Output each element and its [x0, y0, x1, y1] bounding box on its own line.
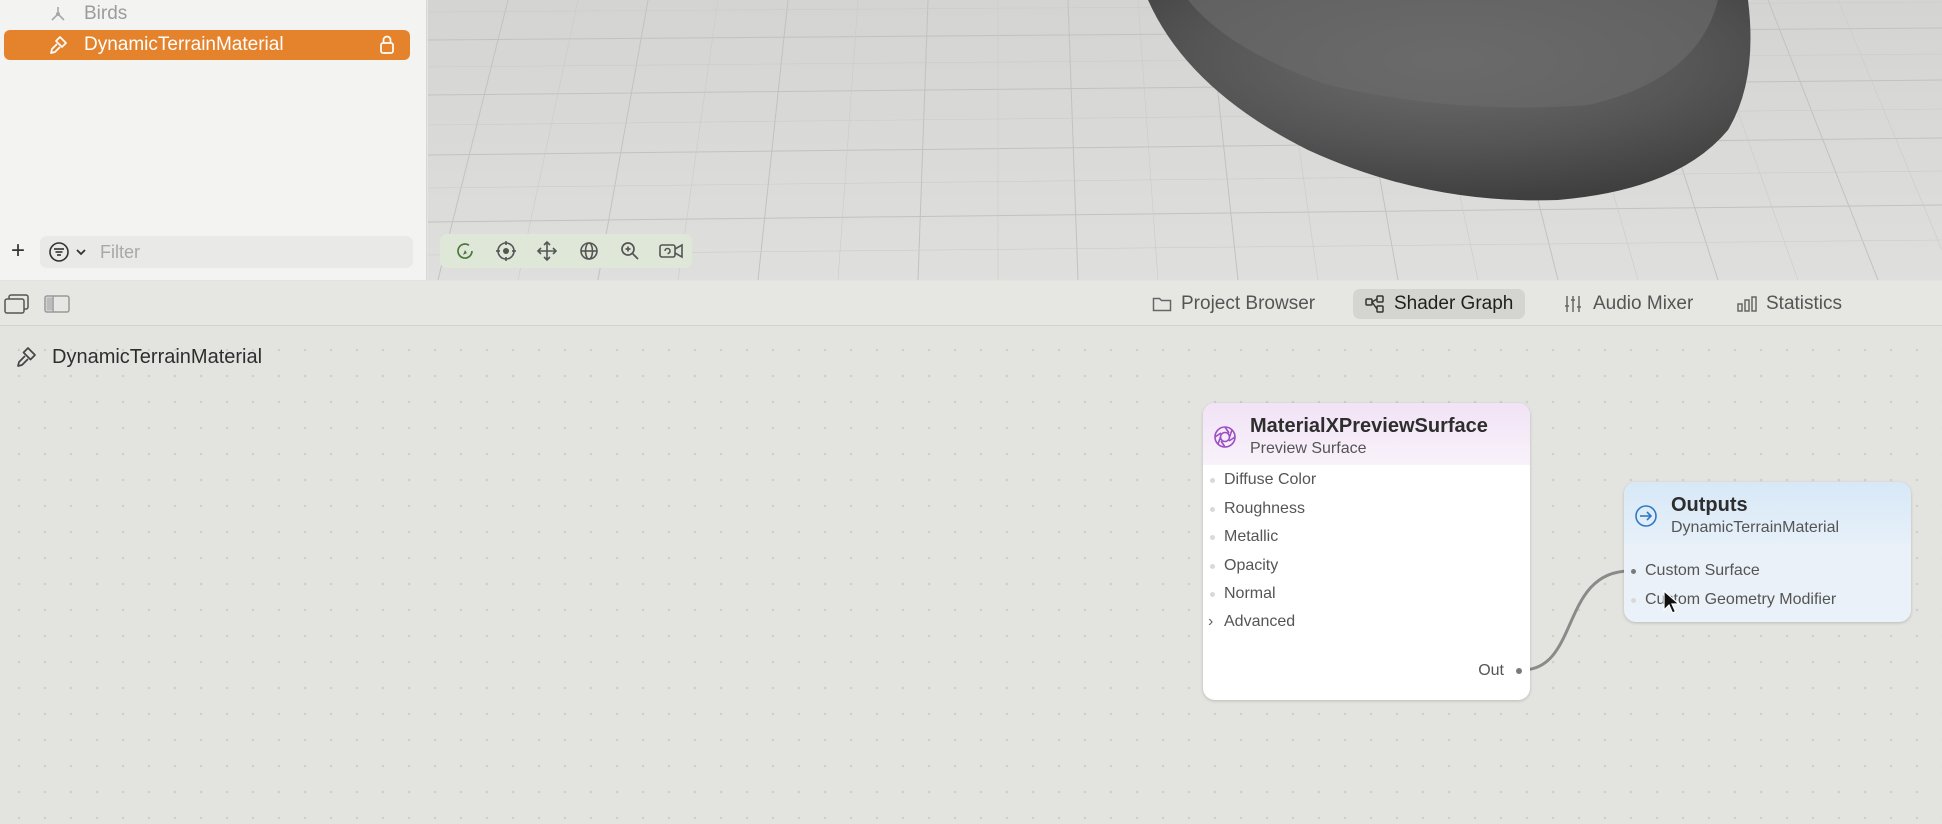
camera-tool-button[interactable]: [651, 236, 692, 266]
focus-icon: [495, 241, 516, 261]
tab-project-browser[interactable]: Project Browser: [1140, 289, 1327, 319]
graph-icon: [1365, 295, 1385, 313]
sidebar-toggle-icon[interactable]: [44, 293, 70, 315]
node-title: Outputs: [1671, 494, 1748, 516]
node-title: MaterialXPreviewSurface: [1250, 415, 1488, 437]
port-dot[interactable]: [1210, 534, 1215, 540]
output-port-out[interactable]: Out: [1478, 662, 1522, 680]
move-icon: [537, 240, 558, 262]
tab-statistics[interactable]: Statistics: [1725, 289, 1854, 319]
input-port-opacity[interactable]: Opacity: [1203, 555, 1278, 577]
3d-viewport[interactable]: [428, 0, 1942, 280]
port-dot[interactable]: [1210, 506, 1215, 512]
lock-icon[interactable]: [378, 34, 396, 56]
advanced-disclosure[interactable]: › Advanced: [1203, 611, 1295, 633]
material-brush-icon: [46, 33, 70, 57]
input-port-metallic[interactable]: Metallic: [1203, 526, 1278, 548]
filter-options-button[interactable]: [48, 241, 92, 263]
world-space-tool-button[interactable]: [568, 236, 609, 266]
breadcrumb-label: DynamicTerrainMaterial: [52, 345, 263, 368]
preview-surface-node[interactable]: MaterialXPreviewSurface Preview Surface …: [1203, 403, 1530, 700]
node-header[interactable]: MaterialXPreviewSurface Preview Surface: [1203, 403, 1530, 465]
tab-audio-mixer[interactable]: Audio Mixer: [1552, 289, 1705, 319]
hierarchy-item-label: Birds: [84, 3, 128, 24]
bottom-panel-tab-bar: Project Browser Shader Graph Audio Mixer…: [0, 281, 1942, 326]
entity-icon: [46, 2, 70, 26]
focus-tool-button[interactable]: [485, 236, 526, 266]
terrain-bowl-model: [1148, 0, 1751, 201]
aperture-icon: [1213, 425, 1237, 449]
port-dot[interactable]: [1210, 591, 1215, 597]
add-entity-button[interactable]: +: [6, 239, 30, 264]
multi-window-icon[interactable]: [4, 293, 30, 315]
zoom-icon: [621, 242, 639, 260]
orbit-tool-button[interactable]: [444, 236, 485, 266]
input-port-diffuse-color[interactable]: Diffuse Color: [1203, 469, 1316, 491]
port-dot[interactable]: [1210, 477, 1215, 483]
filter-icon: [49, 242, 69, 262]
input-port-normal[interactable]: Normal: [1203, 583, 1276, 605]
shader-graph-canvas[interactable]: DynamicTerrainMaterial MaterialXPreviewS…: [0, 327, 1942, 824]
filter-input[interactable]: [100, 240, 400, 264]
chevron-right-icon: ›: [1208, 613, 1214, 630]
port-dot[interactable]: [1631, 597, 1636, 603]
port-dot[interactable]: [1631, 568, 1636, 574]
orbit-icon: [456, 243, 473, 259]
scene-hierarchy-sidebar: Birds DynamicTerrainMaterial +: [0, 0, 427, 280]
camera-icon: [659, 243, 684, 259]
layout-controls: [4, 293, 74, 315]
port-dot[interactable]: [1516, 668, 1522, 674]
input-port-roughness[interactable]: Roughness: [1203, 498, 1305, 520]
input-port-custom-surface[interactable]: Custom Surface: [1624, 560, 1760, 582]
chevron-down-icon: [76, 249, 86, 256]
hierarchy-item-birds[interactable]: Birds: [4, 0, 410, 29]
output-arrow-icon: [1634, 504, 1658, 528]
tab-shader-graph[interactable]: Shader Graph: [1353, 289, 1526, 319]
material-brush-icon: [14, 345, 38, 369]
sliders-icon: [1564, 295, 1584, 313]
node-header[interactable]: Outputs DynamicTerrainMaterial: [1624, 482, 1911, 544]
input-port-custom-geometry-modifier[interactable]: Custom Geometry Modifier: [1624, 589, 1836, 611]
filter-field[interactable]: [40, 236, 413, 268]
globe-icon: [579, 242, 598, 260]
move-tool-button[interactable]: [527, 236, 568, 266]
node-subtitle: Preview Surface: [1250, 440, 1367, 457]
viewport-toolbar: [440, 234, 692, 268]
sidebar-footer: +: [0, 234, 427, 270]
node-subtitle: DynamicTerrainMaterial: [1671, 519, 1840, 536]
folder-icon: [1152, 295, 1172, 313]
hierarchy-item-dynamic-terrain-material[interactable]: DynamicTerrainMaterial: [4, 30, 410, 60]
graph-breadcrumb[interactable]: DynamicTerrainMaterial: [14, 345, 262, 369]
zoom-tool-button[interactable]: [609, 236, 650, 266]
hierarchy-item-label: DynamicTerrainMaterial: [84, 34, 284, 55]
port-dot[interactable]: [1210, 563, 1215, 569]
mouse-pointer-icon: [1663, 590, 1681, 614]
bar-chart-icon: [1737, 295, 1757, 313]
